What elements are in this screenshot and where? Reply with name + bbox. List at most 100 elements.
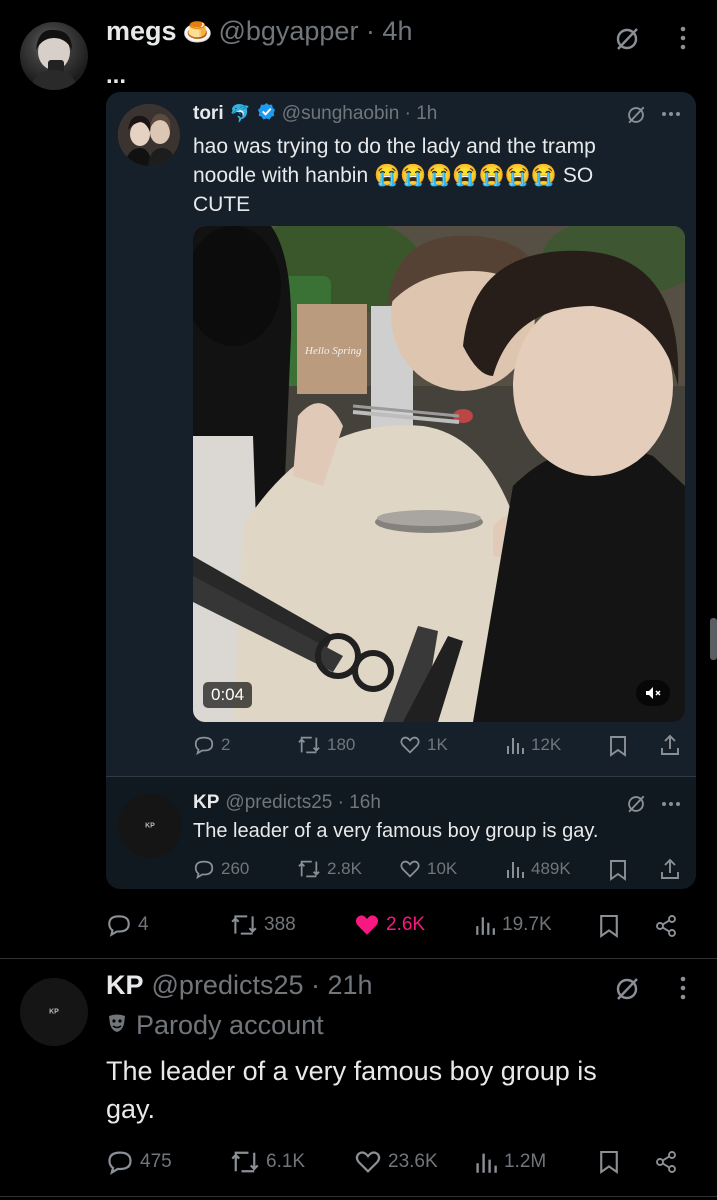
parody-label-text: Parody account xyxy=(136,1010,324,1040)
reply-icon xyxy=(108,915,130,937)
heart-icon xyxy=(400,860,420,878)
reply-count: 260 xyxy=(221,859,250,878)
views-count: 19.7K xyxy=(502,914,552,935)
crying-emojis: 😭😭😭😭😭😭😭 xyxy=(373,164,558,187)
text-fragment: noodle with hanbin xyxy=(193,164,369,187)
repost-count: 6.1K xyxy=(266,1151,306,1172)
views-icon xyxy=(507,862,524,878)
like-count: 10K xyxy=(427,859,458,878)
like-button[interactable]: 10K xyxy=(399,858,457,880)
grok-icon[interactable] xyxy=(625,104,647,126)
repost-icon xyxy=(231,915,257,935)
video-player[interactable]: Hello Spring xyxy=(193,226,685,722)
more-options-icon[interactable] xyxy=(670,972,696,1004)
heart-icon xyxy=(355,1151,381,1173)
like-count: 2.6K xyxy=(386,914,426,935)
reply-count: 4 xyxy=(138,914,149,935)
share-icon[interactable] xyxy=(652,1148,680,1176)
tweet-body: ... xyxy=(106,62,127,89)
views-count: 489K xyxy=(531,859,571,878)
reply-button[interactable]: 2 xyxy=(193,734,230,756)
reply-icon xyxy=(194,860,214,880)
avatar-megs[interactable] xyxy=(20,22,88,90)
grok-icon[interactable] xyxy=(625,793,647,815)
handle-time[interactable]: @sunghaobin · 1h xyxy=(282,103,438,125)
text-line: The leader of a very famous boy group is xyxy=(106,1056,597,1086)
text-line: gay. xyxy=(106,1094,156,1124)
reply-icon xyxy=(108,1151,132,1175)
views-count: 12K xyxy=(531,735,562,754)
grok-icon[interactable] xyxy=(612,974,642,1004)
display-name[interactable]: KP xyxy=(193,792,219,814)
avatar-text: KP xyxy=(145,822,155,830)
views-count: 1.2M xyxy=(504,1151,547,1172)
avatar-tori[interactable] xyxy=(118,104,180,166)
share-icon[interactable] xyxy=(658,733,682,757)
heart-filled-icon xyxy=(355,915,379,935)
text-line: noodle with hanbin 😭😭😭😭😭😭😭 SO xyxy=(193,161,683,190)
flan-emoji: 🍮 xyxy=(182,19,213,46)
like-button[interactable]: 2.6K xyxy=(354,912,425,938)
reply-button[interactable]: 4 xyxy=(106,912,149,938)
bookmark-icon[interactable] xyxy=(595,912,623,940)
display-name[interactable]: tori xyxy=(193,103,224,125)
repost-count: 388 xyxy=(264,914,296,935)
repost-icon xyxy=(298,860,320,878)
more-options-icon[interactable] xyxy=(660,106,682,122)
handle-time[interactable]: @bgyapper · 4h xyxy=(218,16,412,47)
repost-button[interactable]: 388 xyxy=(230,912,296,938)
quoted-tweet-header: tori 🐬 @sunghaobin · 1h xyxy=(193,102,437,126)
second-tweet-text: The leader of a very famous boy group is… xyxy=(106,1052,597,1128)
reply-icon xyxy=(194,736,214,756)
reply-button[interactable]: 260 xyxy=(193,858,249,880)
like-button[interactable]: 23.6K xyxy=(354,1148,438,1176)
repost-count: 180 xyxy=(327,735,356,754)
text-fragment: SO xyxy=(562,164,594,187)
repost-icon xyxy=(298,736,320,754)
views-button[interactable]: 1.2M xyxy=(474,1148,546,1176)
video-duration-badge: 0:04 xyxy=(203,682,253,708)
handle-time[interactable]: @predicts25 · 21h xyxy=(152,970,373,1001)
bookmark-icon[interactable] xyxy=(595,1148,623,1176)
repost-count: 2.8K xyxy=(327,859,362,878)
views-button[interactable]: 489K xyxy=(505,858,571,880)
avatar-photo xyxy=(30,29,78,90)
avatar-text: KP xyxy=(49,1008,59,1016)
reply-count: 2 xyxy=(221,735,231,754)
scrollbar-thumb[interactable] xyxy=(710,618,717,660)
grok-icon[interactable] xyxy=(612,24,642,54)
more-options-icon[interactable] xyxy=(660,796,682,812)
like-button[interactable]: 1K xyxy=(399,734,448,756)
text-line: CUTE xyxy=(193,193,251,216)
main-tweet-header: megs 🍮 @bgyapper · 4h xyxy=(106,16,412,47)
avatar-kp[interactable]: KP xyxy=(20,978,88,1046)
views-button[interactable]: 12K xyxy=(505,734,561,756)
reply-count: 475 xyxy=(140,1151,172,1172)
second-tweet-header: KP @predicts25 · 21h xyxy=(106,970,373,1001)
display-name[interactable]: KP xyxy=(106,970,144,1001)
repost-button[interactable]: 180 xyxy=(297,734,355,756)
like-count: 23.6K xyxy=(388,1151,438,1172)
views-icon xyxy=(507,738,524,754)
views-icon xyxy=(476,917,495,935)
parody-label: Parody account xyxy=(106,1010,324,1041)
repost-icon xyxy=(231,1151,259,1173)
share-icon[interactable] xyxy=(658,857,682,881)
theater-masks-icon xyxy=(106,1012,128,1039)
bookmark-icon[interactable] xyxy=(606,858,630,882)
quoted-tweet-text: hao was trying to do the lady and the tr… xyxy=(193,132,683,219)
reply-button[interactable]: 475 xyxy=(106,1148,172,1176)
repost-button[interactable]: 6.1K xyxy=(230,1148,305,1176)
avatar-kp[interactable]: KP xyxy=(118,794,182,858)
tweet-divider xyxy=(0,958,717,959)
share-icon[interactable] xyxy=(652,912,680,940)
mute-icon[interactable] xyxy=(636,680,670,706)
display-name[interactable]: megs xyxy=(106,16,177,47)
views-button[interactable]: 19.7K xyxy=(474,912,552,938)
views-icon xyxy=(476,1153,497,1173)
nested-tweet-text: The leader of a very famous boy group is… xyxy=(193,820,599,842)
bookmark-icon[interactable] xyxy=(606,734,630,758)
more-options-icon[interactable] xyxy=(670,22,696,54)
handle-time[interactable]: @predicts25 · 16h xyxy=(225,792,381,814)
repost-button[interactable]: 2.8K xyxy=(297,858,362,880)
